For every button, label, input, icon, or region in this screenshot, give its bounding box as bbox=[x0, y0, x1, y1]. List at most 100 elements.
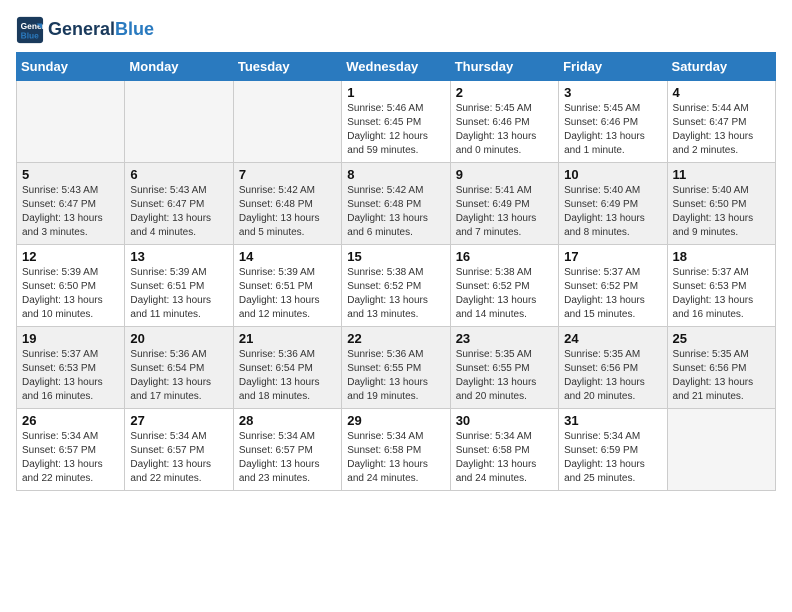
day-number: 11 bbox=[673, 167, 770, 182]
calendar-header-row: SundayMondayTuesdayWednesdayThursdayFrid… bbox=[17, 53, 776, 81]
day-number: 27 bbox=[130, 413, 227, 428]
day-info: Sunrise: 5:42 AM Sunset: 6:48 PM Dayligh… bbox=[239, 184, 336, 240]
calendar-cell: 16 Sunrise: 5:38 AM Sunset: 6:52 PM Dayli… bbox=[450, 245, 558, 327]
day-info: Sunrise: 5:35 AM Sunset: 6:55 PM Dayligh… bbox=[456, 348, 553, 404]
day-info: Sunrise: 5:34 AM Sunset: 6:59 PM Dayligh… bbox=[564, 430, 661, 486]
calendar-cell: 1 Sunrise: 5:46 AM Sunset: 6:45 PM Daylig… bbox=[342, 81, 450, 163]
page-header: General Blue GeneralBlue bbox=[16, 16, 776, 44]
day-number: 6 bbox=[130, 167, 227, 182]
day-number: 25 bbox=[673, 331, 770, 346]
calendar-cell: 17 Sunrise: 5:37 AM Sunset: 6:52 PM Dayli… bbox=[559, 245, 667, 327]
day-info: Sunrise: 5:36 AM Sunset: 6:55 PM Dayligh… bbox=[347, 348, 444, 404]
day-info: Sunrise: 5:36 AM Sunset: 6:54 PM Dayligh… bbox=[239, 348, 336, 404]
day-info: Sunrise: 5:34 AM Sunset: 6:58 PM Dayligh… bbox=[456, 430, 553, 486]
day-number: 21 bbox=[239, 331, 336, 346]
day-info: Sunrise: 5:34 AM Sunset: 6:57 PM Dayligh… bbox=[239, 430, 336, 486]
day-info: Sunrise: 5:37 AM Sunset: 6:52 PM Dayligh… bbox=[564, 266, 661, 322]
day-info: Sunrise: 5:45 AM Sunset: 6:46 PM Dayligh… bbox=[564, 102, 661, 158]
day-info: Sunrise: 5:40 AM Sunset: 6:49 PM Dayligh… bbox=[564, 184, 661, 240]
day-number: 1 bbox=[347, 85, 444, 100]
day-info: Sunrise: 5:37 AM Sunset: 6:53 PM Dayligh… bbox=[22, 348, 119, 404]
day-number: 5 bbox=[22, 167, 119, 182]
calendar-cell: 19 Sunrise: 5:37 AM Sunset: 6:53 PM Dayli… bbox=[17, 327, 125, 409]
calendar-cell: 27 Sunrise: 5:34 AM Sunset: 6:57 PM Dayli… bbox=[125, 409, 233, 491]
day-info: Sunrise: 5:43 AM Sunset: 6:47 PM Dayligh… bbox=[22, 184, 119, 240]
day-number: 22 bbox=[347, 331, 444, 346]
day-info: Sunrise: 5:41 AM Sunset: 6:49 PM Dayligh… bbox=[456, 184, 553, 240]
svg-text:Blue: Blue bbox=[21, 30, 39, 40]
calendar-week-row: 1 Sunrise: 5:46 AM Sunset: 6:45 PM Daylig… bbox=[17, 81, 776, 163]
calendar-cell bbox=[233, 81, 341, 163]
day-info: Sunrise: 5:39 AM Sunset: 6:51 PM Dayligh… bbox=[130, 266, 227, 322]
calendar-cell: 18 Sunrise: 5:37 AM Sunset: 6:53 PM Dayli… bbox=[667, 245, 775, 327]
day-number: 9 bbox=[456, 167, 553, 182]
calendar-cell: 6 Sunrise: 5:43 AM Sunset: 6:47 PM Daylig… bbox=[125, 163, 233, 245]
day-number: 24 bbox=[564, 331, 661, 346]
day-info: Sunrise: 5:34 AM Sunset: 6:58 PM Dayligh… bbox=[347, 430, 444, 486]
calendar-cell bbox=[667, 409, 775, 491]
logo-icon: General Blue bbox=[16, 16, 44, 44]
calendar-cell: 24 Sunrise: 5:35 AM Sunset: 6:56 PM Dayli… bbox=[559, 327, 667, 409]
calendar-cell: 20Sunrise: 5:36 AM Sunset: 6:54 PM Dayli… bbox=[125, 327, 233, 409]
calendar-cell: 21 Sunrise: 5:36 AM Sunset: 6:54 PM Dayli… bbox=[233, 327, 341, 409]
calendar-week-row: 19 Sunrise: 5:37 AM Sunset: 6:53 PM Dayli… bbox=[17, 327, 776, 409]
day-info: Sunrise: 5:38 AM Sunset: 6:52 PM Dayligh… bbox=[456, 266, 553, 322]
column-header-thursday: Thursday bbox=[450, 53, 558, 81]
day-number: 10 bbox=[564, 167, 661, 182]
calendar-cell: 14 Sunrise: 5:39 AM Sunset: 6:51 PM Dayli… bbox=[233, 245, 341, 327]
day-number: 14 bbox=[239, 249, 336, 264]
calendar-cell: 12Sunrise: 5:39 AM Sunset: 6:50 PM Dayli… bbox=[17, 245, 125, 327]
calendar-cell: 29 Sunrise: 5:34 AM Sunset: 6:58 PM Dayli… bbox=[342, 409, 450, 491]
calendar-cell: 31Sunrise: 5:34 AM Sunset: 6:59 PM Dayli… bbox=[559, 409, 667, 491]
day-number: 15 bbox=[347, 249, 444, 264]
calendar-cell: 25 Sunrise: 5:35 AM Sunset: 6:56 PM Dayli… bbox=[667, 327, 775, 409]
calendar-cell: 4 Sunrise: 5:44 AM Sunset: 6:47 PM Daylig… bbox=[667, 81, 775, 163]
day-info: Sunrise: 5:39 AM Sunset: 6:51 PM Dayligh… bbox=[239, 266, 336, 322]
column-header-wednesday: Wednesday bbox=[342, 53, 450, 81]
column-header-monday: Monday bbox=[125, 53, 233, 81]
calendar-cell bbox=[125, 81, 233, 163]
day-number: 23 bbox=[456, 331, 553, 346]
day-info: Sunrise: 5:34 AM Sunset: 6:57 PM Dayligh… bbox=[130, 430, 227, 486]
day-number: 18 bbox=[673, 249, 770, 264]
logo: General Blue GeneralBlue bbox=[16, 16, 154, 44]
calendar-cell: 15 Sunrise: 5:38 AM Sunset: 6:52 PM Dayli… bbox=[342, 245, 450, 327]
calendar-cell: 2Sunrise: 5:45 AM Sunset: 6:46 PM Daylig… bbox=[450, 81, 558, 163]
day-info: Sunrise: 5:36 AM Sunset: 6:54 PM Dayligh… bbox=[130, 348, 227, 404]
logo-text: GeneralBlue bbox=[48, 20, 154, 40]
calendar-cell: 28 Sunrise: 5:34 AM Sunset: 6:57 PM Dayli… bbox=[233, 409, 341, 491]
day-number: 2 bbox=[456, 85, 553, 100]
column-header-friday: Friday bbox=[559, 53, 667, 81]
day-info: Sunrise: 5:44 AM Sunset: 6:47 PM Dayligh… bbox=[673, 102, 770, 158]
calendar-cell: 3 Sunrise: 5:45 AM Sunset: 6:46 PM Daylig… bbox=[559, 81, 667, 163]
day-number: 29 bbox=[347, 413, 444, 428]
calendar-week-row: 5 Sunrise: 5:43 AM Sunset: 6:47 PM Daylig… bbox=[17, 163, 776, 245]
day-info: Sunrise: 5:38 AM Sunset: 6:52 PM Dayligh… bbox=[347, 266, 444, 322]
day-number: 13 bbox=[130, 249, 227, 264]
calendar-cell: 11 Sunrise: 5:40 AM Sunset: 6:50 PM Dayli… bbox=[667, 163, 775, 245]
calendar-cell: 7Sunrise: 5:42 AM Sunset: 6:48 PM Daylig… bbox=[233, 163, 341, 245]
day-number: 19 bbox=[22, 331, 119, 346]
day-info: Sunrise: 5:35 AM Sunset: 6:56 PM Dayligh… bbox=[673, 348, 770, 404]
calendar-cell: 13 Sunrise: 5:39 AM Sunset: 6:51 PM Dayli… bbox=[125, 245, 233, 327]
calendar-cell: 26 Sunrise: 5:34 AM Sunset: 6:57 PM Dayli… bbox=[17, 409, 125, 491]
column-header-saturday: Saturday bbox=[667, 53, 775, 81]
day-info: Sunrise: 5:34 AM Sunset: 6:57 PM Dayligh… bbox=[22, 430, 119, 486]
day-number: 17 bbox=[564, 249, 661, 264]
day-info: Sunrise: 5:37 AM Sunset: 6:53 PM Dayligh… bbox=[673, 266, 770, 322]
calendar-cell: 30Sunrise: 5:34 AM Sunset: 6:58 PM Dayli… bbox=[450, 409, 558, 491]
day-info: Sunrise: 5:40 AM Sunset: 6:50 PM Dayligh… bbox=[673, 184, 770, 240]
day-info: Sunrise: 5:35 AM Sunset: 6:56 PM Dayligh… bbox=[564, 348, 661, 404]
calendar-cell: 22 Sunrise: 5:36 AM Sunset: 6:55 PM Dayli… bbox=[342, 327, 450, 409]
day-info: Sunrise: 5:46 AM Sunset: 6:45 PM Dayligh… bbox=[347, 102, 444, 158]
calendar-cell bbox=[17, 81, 125, 163]
column-header-sunday: Sunday bbox=[17, 53, 125, 81]
day-info: Sunrise: 5:43 AM Sunset: 6:47 PM Dayligh… bbox=[130, 184, 227, 240]
day-number: 28 bbox=[239, 413, 336, 428]
day-number: 16 bbox=[456, 249, 553, 264]
column-header-tuesday: Tuesday bbox=[233, 53, 341, 81]
day-number: 3 bbox=[564, 85, 661, 100]
day-number: 26 bbox=[22, 413, 119, 428]
calendar-week-row: 26 Sunrise: 5:34 AM Sunset: 6:57 PM Dayli… bbox=[17, 409, 776, 491]
day-number: 4 bbox=[673, 85, 770, 100]
